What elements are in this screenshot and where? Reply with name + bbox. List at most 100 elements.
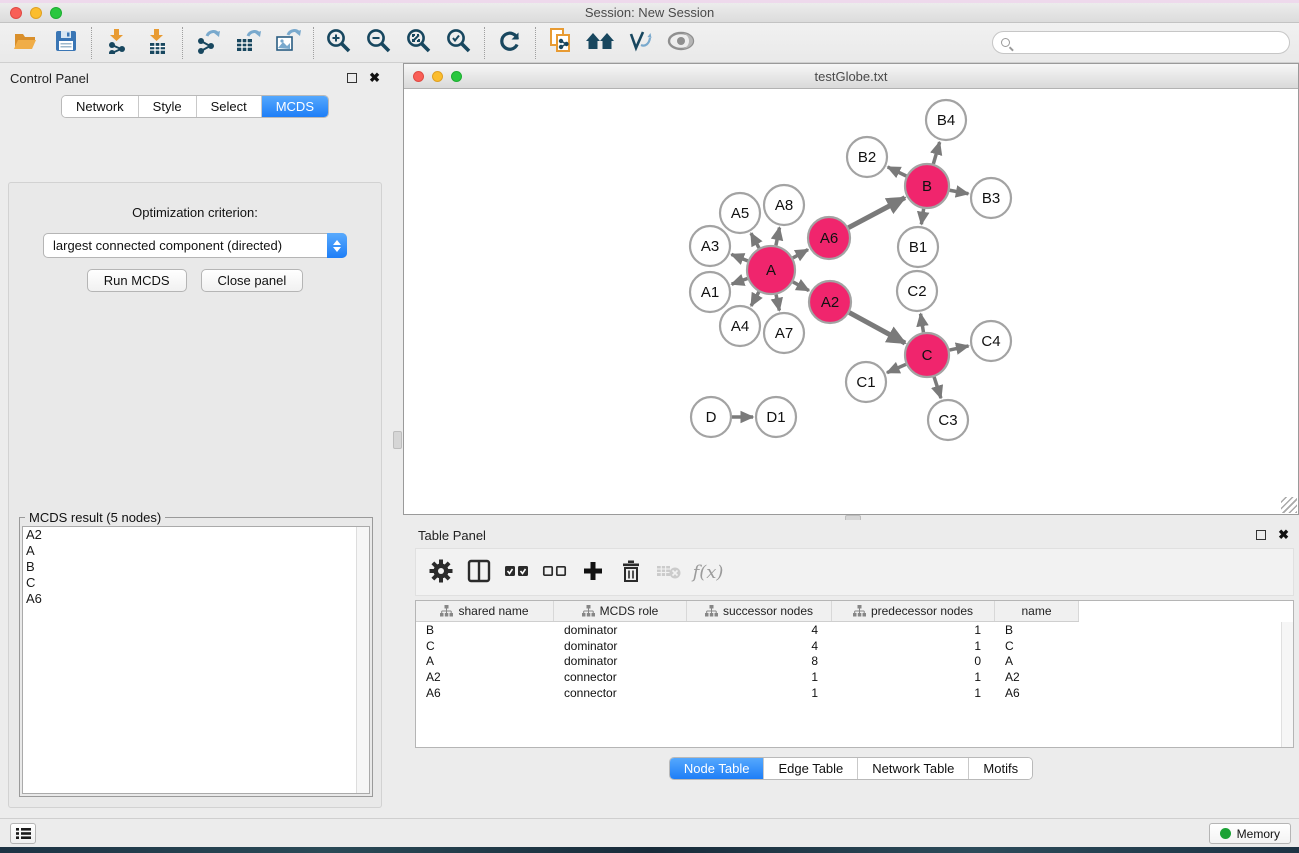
import-table-button[interactable]	[137, 26, 177, 60]
tab-edge-table[interactable]: Edge Table	[764, 758, 858, 779]
edge-A-A5[interactable]	[751, 233, 759, 248]
graph-node-A5[interactable]: A5	[720, 193, 760, 233]
edge-A2-C[interactable]	[849, 313, 905, 343]
tab-network-table[interactable]: Network Table	[858, 758, 969, 779]
columns-button[interactable]	[462, 555, 496, 589]
table-row[interactable]: Adominator80A	[416, 654, 1293, 670]
column-header-predecessor-nodes[interactable]: predecessor nodes	[832, 601, 995, 621]
result-scrollbar[interactable]	[356, 527, 369, 793]
delete-row-button[interactable]	[614, 555, 648, 589]
edge-A-A6[interactable]	[793, 250, 808, 258]
column-header-successor-nodes[interactable]: successor nodes	[687, 601, 832, 621]
graph-node-C[interactable]: C	[905, 333, 949, 377]
graph-node-B2[interactable]: B2	[847, 137, 887, 177]
graph-node-A8[interactable]: A8	[764, 185, 804, 225]
network-window-titlebar[interactable]: testGlobe.txt	[404, 64, 1298, 89]
graph-node-B[interactable]: B	[905, 164, 949, 208]
tab-node-table[interactable]: Node Table	[670, 758, 765, 779]
criterion-dropdown[interactable]: largest connected component (directed)	[43, 233, 347, 258]
validate-button[interactable]	[621, 26, 661, 60]
edge-A6-B[interactable]	[848, 198, 904, 228]
graph-node-A4[interactable]: A4	[720, 306, 760, 346]
graph-node-B1[interactable]: B1	[898, 227, 938, 267]
result-item[interactable]: A2	[23, 527, 369, 543]
export-network-button[interactable]	[188, 26, 228, 60]
edge-A-A2[interactable]	[793, 282, 809, 291]
zoom-fit-button[interactable]	[399, 26, 439, 60]
edge-B-B1[interactable]	[921, 209, 923, 224]
open-file-button[interactable]	[6, 26, 46, 60]
graph-node-C3[interactable]: C3	[928, 400, 968, 440]
edge-A-A4[interactable]	[751, 292, 759, 306]
deselect-all-button[interactable]	[538, 555, 572, 589]
graph-node-A6[interactable]: A6	[808, 217, 850, 259]
edge-B-B3[interactable]	[950, 190, 969, 194]
edge-A-A1[interactable]	[732, 278, 748, 284]
column-header-MCDS-role[interactable]: MCDS role	[554, 601, 687, 621]
gear-button[interactable]	[424, 555, 458, 589]
edge-C-C2[interactable]	[921, 314, 924, 333]
result-item[interactable]: A6	[23, 591, 369, 607]
table-float-panel-icon[interactable]	[1256, 530, 1266, 540]
export-table-button[interactable]	[228, 26, 268, 60]
edge-B-B4[interactable]	[933, 142, 939, 164]
column-header-shared-name[interactable]: shared name	[416, 601, 554, 621]
select-all-button[interactable]	[500, 555, 534, 589]
import-network-button[interactable]	[97, 26, 137, 60]
duplicate-network-button[interactable]	[541, 26, 581, 60]
network-canvas[interactable]: B4B2BB3A8A5A6A3B1AA1C2A2A4A7C4CC1DD1C3	[404, 89, 1298, 514]
tab-mcds[interactable]: MCDS	[262, 96, 328, 117]
table-row[interactable]: A6connector11A6	[416, 685, 1293, 701]
export-image-button[interactable]	[268, 26, 308, 60]
edge-A-A3[interactable]	[731, 254, 747, 260]
graph-node-D[interactable]: D	[691, 397, 731, 437]
graph-node-C4[interactable]: C4	[971, 321, 1011, 361]
save-session-button[interactable]	[46, 26, 86, 60]
edge-A-A7[interactable]	[776, 294, 779, 310]
graph-node-D1[interactable]: D1	[756, 397, 796, 437]
tab-network[interactable]: Network	[62, 96, 139, 117]
table-row[interactable]: Bdominator41B	[416, 622, 1293, 638]
zoom-out-button[interactable]	[359, 26, 399, 60]
edge-A-A8[interactable]	[776, 228, 780, 246]
graph-node-A3[interactable]: A3	[690, 226, 730, 266]
graph-node-B3[interactable]: B3	[971, 178, 1011, 218]
graph-node-C2[interactable]: C2	[897, 271, 937, 311]
task-history-button[interactable]	[10, 823, 36, 844]
add-row-button[interactable]	[576, 555, 610, 589]
float-panel-icon[interactable]	[347, 73, 357, 83]
run-mcds-button[interactable]: Run MCDS	[87, 269, 187, 292]
graph-node-A2[interactable]: A2	[809, 281, 851, 323]
tab-style[interactable]: Style	[139, 96, 197, 117]
table-close-panel-icon[interactable]: ✖	[1278, 530, 1289, 540]
result-item[interactable]: A	[23, 543, 369, 559]
home-button[interactable]	[581, 26, 621, 60]
result-item[interactable]: B	[23, 559, 369, 575]
edge-C-C1[interactable]	[887, 364, 906, 372]
table-row[interactable]: A2connector11A2	[416, 669, 1293, 685]
edge-C-C4[interactable]	[949, 346, 968, 350]
graph-node-A1[interactable]: A1	[690, 272, 730, 312]
eye-button[interactable]	[661, 26, 701, 60]
edge-C-C3[interactable]	[934, 377, 941, 398]
graph-node-B4[interactable]: B4	[926, 100, 966, 140]
tab-select[interactable]: Select	[197, 96, 262, 117]
memory-button[interactable]: Memory	[1209, 823, 1291, 844]
vertical-splitter-handle[interactable]	[393, 431, 402, 449]
search-input[interactable]	[1016, 36, 1289, 50]
tab-motifs[interactable]: Motifs	[969, 758, 1032, 779]
search-field[interactable]	[992, 31, 1290, 54]
zoom-in-button[interactable]	[319, 26, 359, 60]
close-panel-icon[interactable]: ✖	[369, 73, 380, 83]
zoom-selected-button[interactable]	[439, 26, 479, 60]
graph-node-C1[interactable]: C1	[846, 362, 886, 402]
edge-B-B2[interactable]	[888, 167, 907, 176]
close-panel-button[interactable]: Close panel	[201, 269, 304, 292]
table-scrollbar[interactable]	[1281, 622, 1293, 747]
result-item[interactable]: C	[23, 575, 369, 591]
column-header-name[interactable]: name	[995, 601, 1079, 621]
window-resize-handle[interactable]	[1281, 497, 1297, 513]
graph-node-A[interactable]: A	[747, 246, 795, 294]
table-row[interactable]: Cdominator41C	[416, 638, 1293, 654]
refresh-button[interactable]	[490, 26, 530, 60]
